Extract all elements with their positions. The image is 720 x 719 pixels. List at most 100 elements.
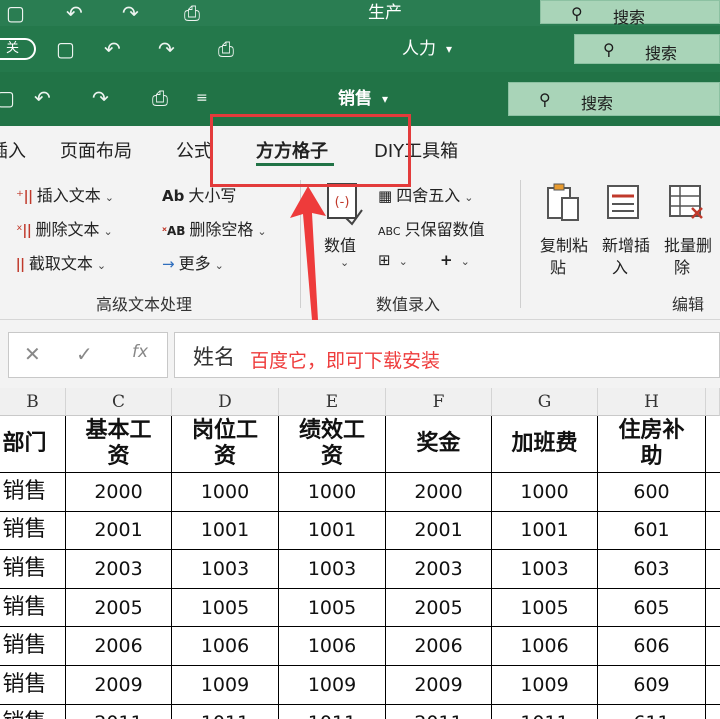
column-header-d[interactable]: D (172, 388, 279, 416)
customize-toolbar-icon[interactable]: ≡ (196, 91, 208, 105)
table-cell[interactable]: 1000 (172, 473, 279, 512)
add-insert-button[interactable]: 新增插 入 (600, 182, 660, 286)
header-cell[interactable]: 绩效工资 (279, 416, 386, 473)
print-preview-icon[interactable]: ⎙ (184, 3, 200, 23)
search-box[interactable]: ⚲ 搜索 (540, 0, 720, 27)
table-cell[interactable]: 销售 (0, 473, 66, 512)
table-cell[interactable]: 1001 (492, 511, 598, 551)
table-cell[interactable]: 605 (598, 588, 706, 628)
table-cell[interactable]: 1005 (172, 588, 279, 628)
keep-values-button[interactable]: ABC 只保留数值 (378, 216, 485, 240)
table-cell[interactable]: 603 (598, 550, 706, 589)
table-cell[interactable]: 2001 (386, 511, 492, 551)
header-cell[interactable]: 加班费 (492, 416, 598, 473)
table-cell[interactable]: 销售 (0, 550, 66, 589)
table-cell[interactable]: 销售 (0, 704, 66, 719)
chevron-down-icon[interactable]: ▾ (382, 93, 388, 105)
table-cell[interactable]: 销售 (0, 627, 66, 666)
redo-icon[interactable]: ↷ (92, 88, 109, 108)
table-cell[interactable]: 2011 (66, 704, 172, 719)
undo-icon[interactable]: ↶ (34, 88, 51, 108)
column-header-e[interactable]: E (279, 388, 386, 416)
autosave-toggle[interactable]: 关 (0, 38, 36, 60)
table-cell[interactable]: 2011 (386, 704, 492, 719)
table-cell[interactable]: 2000 (386, 473, 492, 512)
header-cell[interactable]: 基本工资 (66, 416, 172, 473)
table-cell[interactable] (706, 473, 720, 512)
table-cell[interactable] (706, 705, 720, 719)
table-cell[interactable]: 1001 (172, 511, 279, 551)
save-icon[interactable]: ▢ (6, 3, 25, 23)
table-cell[interactable]: 1011 (172, 704, 279, 719)
save-icon[interactable]: ▢ (56, 39, 75, 59)
chevron-down-icon[interactable]: ▾ (446, 43, 452, 55)
table-cell[interactable]: 2000 (66, 473, 172, 512)
table-cell[interactable]: 1011 (279, 704, 386, 719)
column-header-h[interactable]: H (598, 388, 706, 416)
redo-icon[interactable]: ↷ (158, 39, 175, 59)
table-cell[interactable] (706, 550, 720, 589)
table-cell[interactable]: 600 (598, 473, 706, 512)
header-cell[interactable]: 住房补助 (598, 416, 706, 473)
column-header-f[interactable]: F (386, 388, 492, 416)
header-cell[interactable]: 奖金 (386, 416, 492, 473)
copy-paste-button[interactable]: 复制粘 贴 (538, 182, 598, 286)
table-cell[interactable]: 1003 (492, 550, 598, 589)
table-cell[interactable]: 611 (598, 704, 706, 719)
save-icon[interactable]: ▢ (0, 88, 15, 108)
redo-icon[interactable]: ↷ (122, 3, 139, 23)
table-cell[interactable]: 1011 (492, 704, 598, 719)
table-cell[interactable]: 2009 (386, 666, 492, 705)
column-header-c[interactable]: C (66, 388, 172, 416)
table-cell[interactable]: 1009 (279, 666, 386, 705)
table-cell[interactable]: 1001 (279, 511, 386, 551)
tab-formulas[interactable]: 公式 (176, 137, 212, 163)
table-cell[interactable]: 2001 (66, 511, 172, 551)
extract-text-button[interactable]: ǀǀ 截取文本 ⌄ (16, 250, 106, 274)
table-cell[interactable] (706, 589, 720, 628)
add-button[interactable]: + ⌄ (440, 250, 470, 269)
table-cell[interactable]: 1005 (492, 588, 598, 628)
table-cell[interactable]: 销售 (0, 666, 66, 705)
print-preview-icon[interactable]: ⎙ (218, 39, 234, 59)
column-header-b[interactable]: B (0, 388, 66, 416)
table-cell[interactable]: 601 (598, 511, 706, 551)
search-box[interactable]: ⚲ 搜索 (574, 34, 720, 64)
table-cell[interactable]: 2005 (386, 588, 492, 628)
function-icon[interactable]: fx (132, 342, 148, 362)
table-cell[interactable] (706, 666, 720, 705)
table-cell[interactable]: 1003 (279, 550, 386, 589)
table-cell[interactable]: 销售 (0, 511, 66, 551)
undo-icon[interactable]: ↶ (66, 3, 83, 23)
insert-text-button[interactable]: ⁺ǀǀ 插入文本 ⌄ (16, 182, 114, 206)
column-header-g[interactable]: G (492, 388, 598, 416)
batch-delete-button[interactable]: 批量删 除 (662, 182, 720, 286)
table-cell[interactable]: 1009 (172, 666, 279, 705)
table-cell[interactable]: 606 (598, 627, 706, 666)
table-cell[interactable]: 2006 (386, 627, 492, 666)
edit-values-button[interactable]: ⊞ ⌄ (378, 250, 408, 269)
table-cell[interactable]: 1005 (279, 588, 386, 628)
table-cell[interactable]: 2003 (386, 550, 492, 589)
header-cell[interactable]: 岗位工资 (172, 416, 279, 473)
table-cell[interactable] (706, 512, 720, 551)
tab-insert[interactable]: 插入 (0, 137, 26, 163)
header-cell[interactable] (706, 416, 720, 473)
search-box[interactable]: ⚲ 搜索 (508, 82, 720, 116)
table-cell[interactable]: 1003 (172, 550, 279, 589)
table-cell[interactable]: 2006 (66, 627, 172, 666)
table-cell[interactable]: 2009 (66, 666, 172, 705)
delete-spaces-button[interactable]: ˣAB 删除空格 ⌄ (162, 216, 267, 240)
delete-text-button[interactable]: ˣǀǀ 删除文本 ⌄ (16, 216, 113, 240)
table-cell[interactable]: 1006 (279, 627, 386, 666)
table-cell[interactable]: 1006 (172, 627, 279, 666)
print-preview-icon[interactable]: ⎙ (152, 88, 168, 108)
table-cell[interactable]: 609 (598, 666, 706, 705)
table-cell[interactable]: 销售 (0, 588, 66, 628)
table-cell[interactable]: 1000 (492, 473, 598, 512)
cancel-icon[interactable]: ✕ (24, 342, 41, 366)
table-cell[interactable]: 2003 (66, 550, 172, 589)
header-cell[interactable]: 部门 (0, 416, 66, 473)
confirm-icon[interactable]: ✓ (76, 342, 93, 366)
table-cell[interactable]: 1006 (492, 627, 598, 666)
